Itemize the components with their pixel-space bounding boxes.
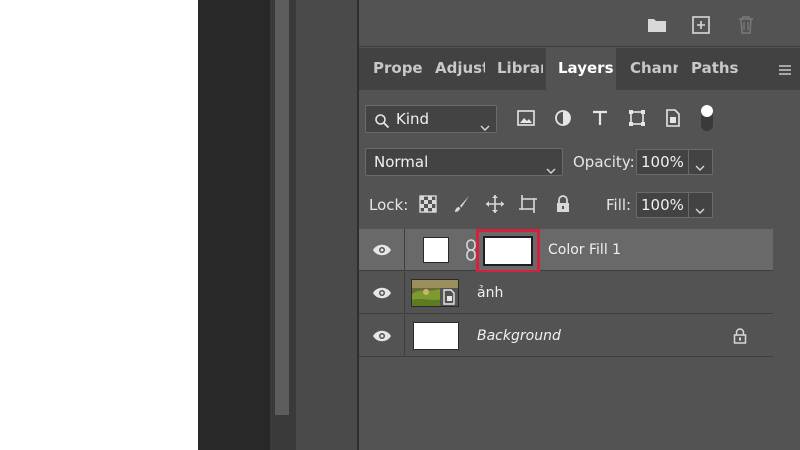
search-icon [374,111,390,137]
layer-row-background[interactable]: Background [359,315,773,357]
panel-menu-icon[interactable] [778,62,792,76]
visibility-eye-icon[interactable] [359,315,405,357]
layer-name[interactable]: ảnh [477,285,503,301]
chevron-down-icon [695,158,705,177]
panel-tabs: Proper Adjust Librari Layers Channe Path… [359,48,800,90]
canvas-document[interactable] [0,0,198,450]
tab-paths[interactable]: Paths [691,48,741,90]
kind-label: Kind [396,110,430,128]
tab-libraries[interactable]: Librari [497,48,543,90]
filter-toggle-icon[interactable] [700,104,714,132]
chevron-down-icon [480,115,490,131]
layer-row-color-fill[interactable]: Color Fill 1 [359,229,773,273]
photo-thumbnail[interactable] [411,279,459,307]
layer-lock-icon[interactable] [733,328,747,348]
chevron-down-icon [695,201,705,220]
opacity-input[interactable]: 100% [636,149,689,175]
lock-brush-icon[interactable] [451,193,473,215]
tab-properties[interactable]: Proper [373,48,423,90]
fill-color-thumbnail[interactable] [423,237,449,263]
blend-mode-value: Normal [374,153,429,171]
tab-adjustments[interactable]: Adjust [435,48,485,90]
layer-row-anh[interactable]: ảnh [359,272,773,314]
visibility-eye-icon[interactable] [359,272,405,314]
layer-name[interactable]: Background [477,328,561,344]
scrollbar-thumb[interactable] [275,0,289,415]
new-layer-icon[interactable] [690,14,712,36]
blend-mode-select[interactable]: Normal [365,148,563,176]
type-filter-icon[interactable] [590,108,610,128]
kind-filter-select[interactable]: Kind [365,105,497,133]
smart-object-badge-icon [440,288,458,306]
shape-filter-icon[interactable] [627,108,647,128]
tab-channels[interactable]: Channe [630,48,678,90]
panel-right-edge [773,228,800,357]
panel-dock-gap [296,0,358,450]
lock-position-icon[interactable] [484,193,506,215]
lock-label: Lock: [369,196,409,214]
layers-empty-area[interactable] [359,357,800,450]
folder-icon[interactable] [646,14,668,36]
layer-mask-thumbnail[interactable] [483,236,533,266]
adjustment-filter-icon[interactable] [553,108,573,128]
image-filter-icon[interactable] [516,108,536,128]
trash-icon[interactable] [735,14,757,36]
visibility-eye-icon[interactable] [359,229,405,271]
chevron-down-icon [546,158,556,174]
fill-label: Fill: [606,196,632,214]
smart-object-filter-icon[interactable] [663,108,683,128]
layers-panel: Proper Adjust Librari Layers Channe Path… [359,0,800,450]
fill-dropdown[interactable] [689,192,713,218]
panel-top-bar [359,0,800,47]
lock-artboard-icon[interactable] [517,193,539,215]
layer-name[interactable]: Color Fill 1 [548,242,621,258]
opacity-dropdown[interactable] [689,149,713,175]
canvas-pasteboard [198,0,270,450]
lock-all-icon[interactable] [552,193,574,215]
opacity-label: Opacity: [573,153,635,171]
tab-layers[interactable]: Layers [546,48,616,90]
fill-input[interactable]: 100% [636,192,689,218]
background-thumbnail[interactable] [413,322,459,350]
lock-transparent-icon[interactable] [417,193,439,215]
